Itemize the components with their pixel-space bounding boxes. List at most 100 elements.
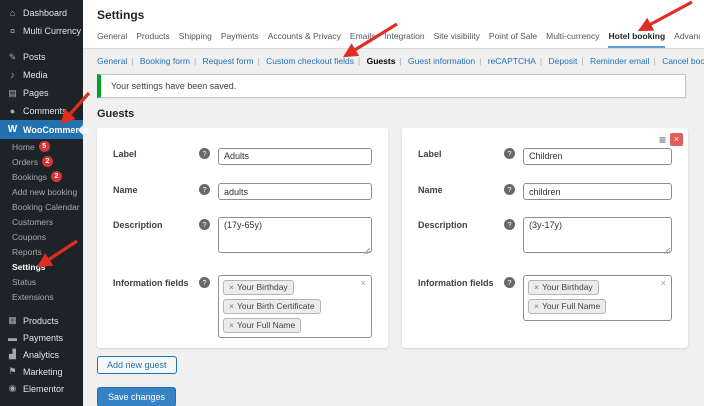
submenu-item-coupons[interactable]: Coupons [0, 229, 83, 244]
subtab-request-form[interactable]: Request form [203, 56, 254, 66]
sidebar-item-label: Posts [23, 52, 46, 62]
help-icon[interactable]: ? [504, 277, 515, 288]
page-title: Settings [97, 8, 145, 22]
sidebar-item-multi-currency[interactable]: ¤ Multi Currency [0, 22, 83, 40]
subtab-guests[interactable]: Guests [367, 56, 396, 66]
subnav-separator: | [399, 56, 402, 66]
subtab-guest-information[interactable]: Guest information [408, 56, 475, 66]
label-input[interactable] [523, 147, 672, 165]
tab-payments[interactable]: Payments [221, 31, 259, 48]
sidebar-item-products[interactable]: ▦ Products [0, 312, 83, 329]
field-row-description: Description ? (3y-17y) [418, 217, 672, 258]
subtab-deposit[interactable]: Deposit [549, 56, 578, 66]
help-icon[interactable]: ? [504, 219, 515, 230]
sidebar-item-woocommerce[interactable]: W WooCommerce [0, 120, 89, 139]
subnav-separator: | [653, 56, 656, 66]
tab-shipping[interactable]: Shipping [179, 31, 212, 48]
help-icon[interactable]: ? [504, 148, 515, 159]
submenu-item-booking-calendar[interactable]: Booking Calendar [0, 199, 83, 214]
subtab-cancel-booking[interactable]: Cancel booking [662, 56, 704, 66]
tab-point-of-sale[interactable]: Point of Sale [489, 31, 537, 48]
clear-field-icon[interactable]: × [361, 279, 366, 288]
subtab-custom-checkout-fields[interactable]: Custom checkout fields [266, 56, 354, 66]
field-label: Label [418, 149, 442, 159]
tab-site-visibility[interactable]: Site visibility [434, 31, 480, 48]
section-title: Guests [97, 108, 135, 120]
submenu-item-settings[interactable]: Settings [0, 259, 83, 274]
information-fields-multiselect[interactable]: × Your Birthday × Your Birth Certificate ×… [218, 275, 372, 338]
submenu-item-home[interactable]: Home 5 [0, 139, 83, 154]
sidebar-item-analytics[interactable]: ▟ Analytics [0, 346, 83, 363]
remove-tag-icon[interactable]: × [534, 282, 539, 293]
name-input[interactable] [218, 183, 372, 200]
selected-tag: × Your Birthday [223, 280, 294, 295]
sidebar-item-media[interactable]: ♪ Media [0, 66, 83, 84]
submenu-label: Add new booking [12, 186, 78, 197]
sidebar-item-comments[interactable]: ● Comments [0, 102, 83, 120]
tab-emails[interactable]: Emails [350, 31, 376, 48]
sidebar-item-label: Comments [23, 106, 67, 116]
information-fields-multiselect[interactable]: × Your Birthday × Your Full Name × [523, 275, 672, 321]
subtab-recaptcha[interactable]: reCAPTCHA [488, 56, 536, 66]
remove-tag-icon[interactable]: × [229, 320, 234, 331]
media-icon: ♪ [10, 70, 15, 80]
sidebar-item-dashboard[interactable]: ⌂ Dashboard [0, 4, 83, 22]
sidebar-item-payments[interactable]: ▬ Payments [0, 329, 83, 346]
subnav-separator: | [358, 56, 361, 66]
help-icon[interactable]: ? [199, 277, 210, 288]
remove-guest-button[interactable]: × [670, 133, 683, 146]
tab-hotel-booking[interactable]: Hotel booking [608, 31, 666, 48]
tab-advanced[interactable]: Advanced [674, 31, 700, 48]
description-textarea[interactable]: (3y-17y) [523, 217, 672, 253]
tab-accounts-privacy[interactable]: Accounts & Privacy [268, 31, 341, 48]
submenu-item-extensions[interactable]: Extensions [0, 289, 83, 304]
remove-tag-icon[interactable]: × [229, 301, 234, 312]
sidebar-item-elementor[interactable]: ◉ Elementor [0, 380, 83, 397]
submenu-label: Booking Calendar [12, 201, 80, 212]
remove-tag-icon[interactable]: × [229, 282, 234, 293]
clear-field-icon[interactable]: × [661, 279, 666, 288]
submenu-label: Reports [12, 246, 42, 257]
field-label: Name [113, 184, 138, 195]
help-icon[interactable]: ? [199, 219, 210, 230]
drag-handle-icon[interactable]: ≡ [659, 134, 666, 146]
help-icon[interactable]: ? [199, 148, 210, 159]
label-input[interactable] [218, 147, 372, 165]
tab-multi-currency[interactable]: Multi-currency [546, 31, 599, 48]
submenu-item-orders[interactable]: Orders 2 [0, 154, 83, 169]
admin-menu: ⌂ Dashboard ¤ Multi Currency ✎ Posts ♪ M… [0, 0, 89, 397]
submenu-item-reports[interactable]: Reports [0, 244, 83, 259]
subtab-reminder-email[interactable]: Reminder email [590, 56, 650, 66]
add-new-guest-button[interactable]: Add new guest [97, 356, 177, 374]
tab-products[interactable]: Products [136, 31, 170, 48]
subtab-general[interactable]: General [97, 56, 127, 66]
subnav-separator: | [257, 56, 260, 66]
submenu-item-status[interactable]: Status [0, 274, 83, 289]
success-notice: Your settings have been saved. [97, 74, 686, 98]
sidebar-item-label: Pages [23, 88, 49, 98]
submenu-label: Settings [12, 261, 46, 272]
help-icon[interactable]: ? [199, 183, 210, 195]
selected-tag: × Your Birth Certificate [223, 299, 321, 314]
wordpress-admin-page: ⌂ Dashboard ¤ Multi Currency ✎ Posts ♪ M… [0, 0, 704, 406]
submenu-label: Home [12, 141, 35, 152]
tag-label: Your Birthday [541, 282, 593, 292]
sidebar-item-posts[interactable]: ✎ Posts [0, 48, 83, 66]
tab-integration[interactable]: Integration [384, 31, 424, 48]
submenu-item-customers[interactable]: Customers [0, 214, 83, 229]
tab-general[interactable]: General [97, 31, 127, 48]
field-label: Description [113, 220, 163, 230]
sidebar-item-marketing[interactable]: ⚑ Marketing [0, 363, 83, 380]
subtab-booking-form[interactable]: Booking form [140, 56, 190, 66]
sidebar-item-pages[interactable]: ▤ Pages [0, 84, 83, 102]
currency-icon: ¤ [9, 26, 15, 36]
field-row-label: Label ? [113, 146, 372, 165]
description-textarea[interactable]: (17y-65y) [218, 217, 372, 253]
woocommerce-icon: W [7, 124, 18, 135]
save-changes-button[interactable]: Save changes [97, 387, 177, 406]
submenu-item-add-new-booking[interactable]: Add new booking [0, 184, 83, 199]
name-input[interactable] [523, 183, 672, 200]
help-icon[interactable]: ? [504, 183, 515, 195]
remove-tag-icon[interactable]: × [534, 301, 539, 312]
submenu-item-bookings[interactable]: Bookings 2 [0, 169, 83, 184]
